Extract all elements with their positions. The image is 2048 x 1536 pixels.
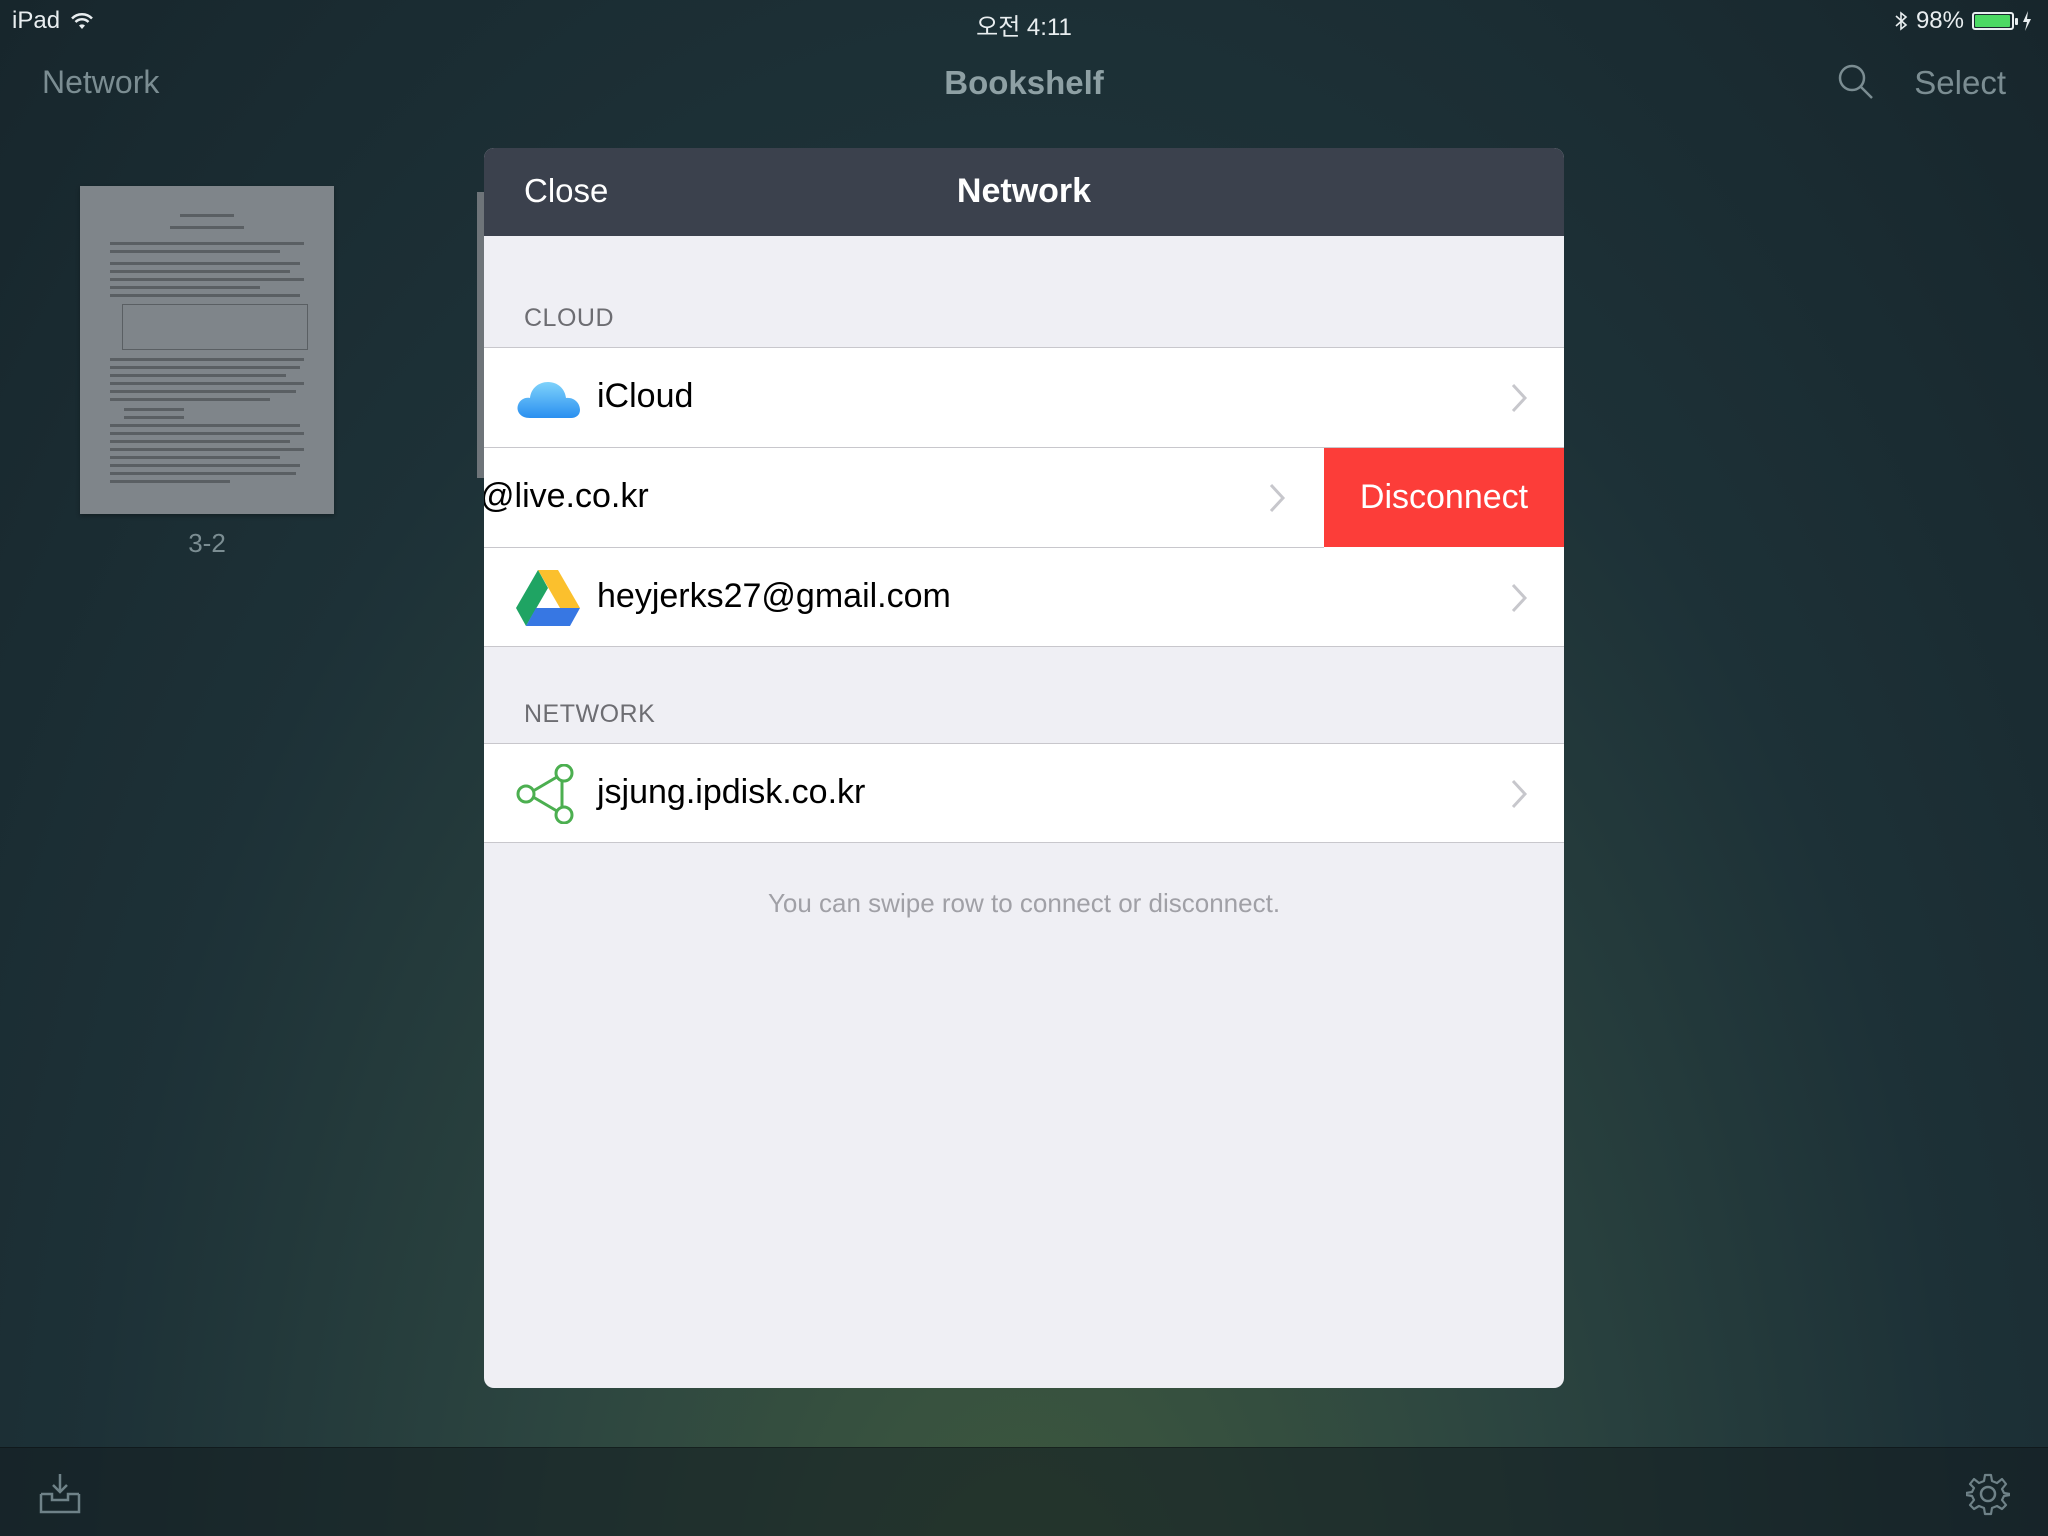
select-button[interactable]: Select: [1914, 64, 2006, 102]
page-text-line: [110, 278, 304, 281]
page-text-line: [180, 214, 234, 217]
page-text-line: [110, 242, 304, 245]
page-text-line: [110, 382, 304, 385]
modal-title: Network: [956, 172, 1092, 210]
cloud-row-icloud[interactable]: iCloud: [484, 348, 1564, 447]
network-modal: Close Network CLOUD iCloud @live.co.kr D…: [484, 148, 1564, 1388]
cloud-section-header: CLOUD: [524, 304, 615, 332]
icloud-icon: [517, 382, 580, 418]
page-text-line: [110, 358, 304, 361]
book-title[interactable]: 3-2: [80, 528, 334, 559]
network-row-ipdisk[interactable]: jsjung.ipdisk.co.kr: [484, 744, 1564, 843]
network-row-label: jsjung.ipdisk.co.kr: [597, 773, 866, 811]
nav-bar: Network Bookshelf Select: [0, 40, 2048, 130]
page-text-line: [110, 472, 296, 475]
search-icon[interactable]: [1836, 62, 1876, 102]
cloud-row-onedrive[interactable]: @live.co.kr Disconnect: [484, 448, 1564, 547]
google-drive-icon: [516, 570, 580, 626]
cloud-row-label: @live.co.kr: [484, 477, 649, 515]
chevron-right-icon: [1511, 383, 1528, 413]
page-text-line: [110, 262, 300, 265]
page-text-line: [110, 366, 300, 369]
modal-header: Close Network: [484, 148, 1564, 236]
page-text-line: [110, 424, 300, 427]
bluetooth-icon: [1895, 11, 1908, 31]
page-text-line: [110, 456, 280, 459]
network-share-icon: [516, 764, 574, 824]
page-text-line: [124, 416, 184, 419]
disconnect-button[interactable]: Disconnect: [1324, 448, 1564, 547]
page-text-line: [110, 390, 296, 393]
cloud-list: iCloud @live.co.kr Disconnect heyjerks27…: [484, 347, 1564, 647]
battery-icon: [1972, 12, 2018, 30]
chevron-right-icon: [1511, 779, 1528, 809]
swipe-hint: You can swipe row to connect or disconne…: [767, 888, 1281, 918]
chevron-right-icon: [1269, 483, 1286, 513]
page-text-line: [110, 374, 286, 377]
battery-level: [1975, 15, 2010, 27]
page-text-line: [170, 226, 244, 229]
page-table: [122, 304, 308, 350]
page-text-line: [110, 480, 230, 483]
book-thumbnail[interactable]: [80, 186, 334, 514]
page-text-line: [110, 464, 300, 467]
page-text-line: [110, 250, 280, 253]
page-text-line: [110, 432, 304, 435]
network-list: jsjung.ipdisk.co.kr: [484, 743, 1564, 843]
cloud-row-label: iCloud: [597, 377, 694, 415]
page-text-line: [110, 448, 304, 451]
gear-icon[interactable]: [1966, 1472, 2010, 1516]
bottom-toolbar: [0, 1447, 2048, 1536]
battery-percent: 98%: [1915, 7, 1964, 34]
page-text-line: [110, 270, 290, 273]
page-text-line: [110, 286, 260, 289]
page-text-line: [110, 440, 290, 443]
import-tray-icon[interactable]: [38, 1472, 82, 1514]
page-text-line: [110, 294, 300, 297]
page-title: Bookshelf: [944, 64, 1104, 101]
chevron-right-icon: [1511, 583, 1528, 613]
charging-icon: [2023, 11, 2031, 31]
cloud-row-label: heyjerks27@gmail.com: [597, 577, 951, 615]
status-bar: iPad 오전 4:11 98%: [0, 0, 2048, 41]
page-text-line: [124, 408, 184, 411]
cloud-row-google-drive[interactable]: heyjerks27@gmail.com: [484, 548, 1564, 647]
network-section-header: NETWORK: [524, 700, 656, 728]
page-text-line: [110, 398, 270, 401]
status-time: 오전 4:11: [976, 14, 1072, 41]
